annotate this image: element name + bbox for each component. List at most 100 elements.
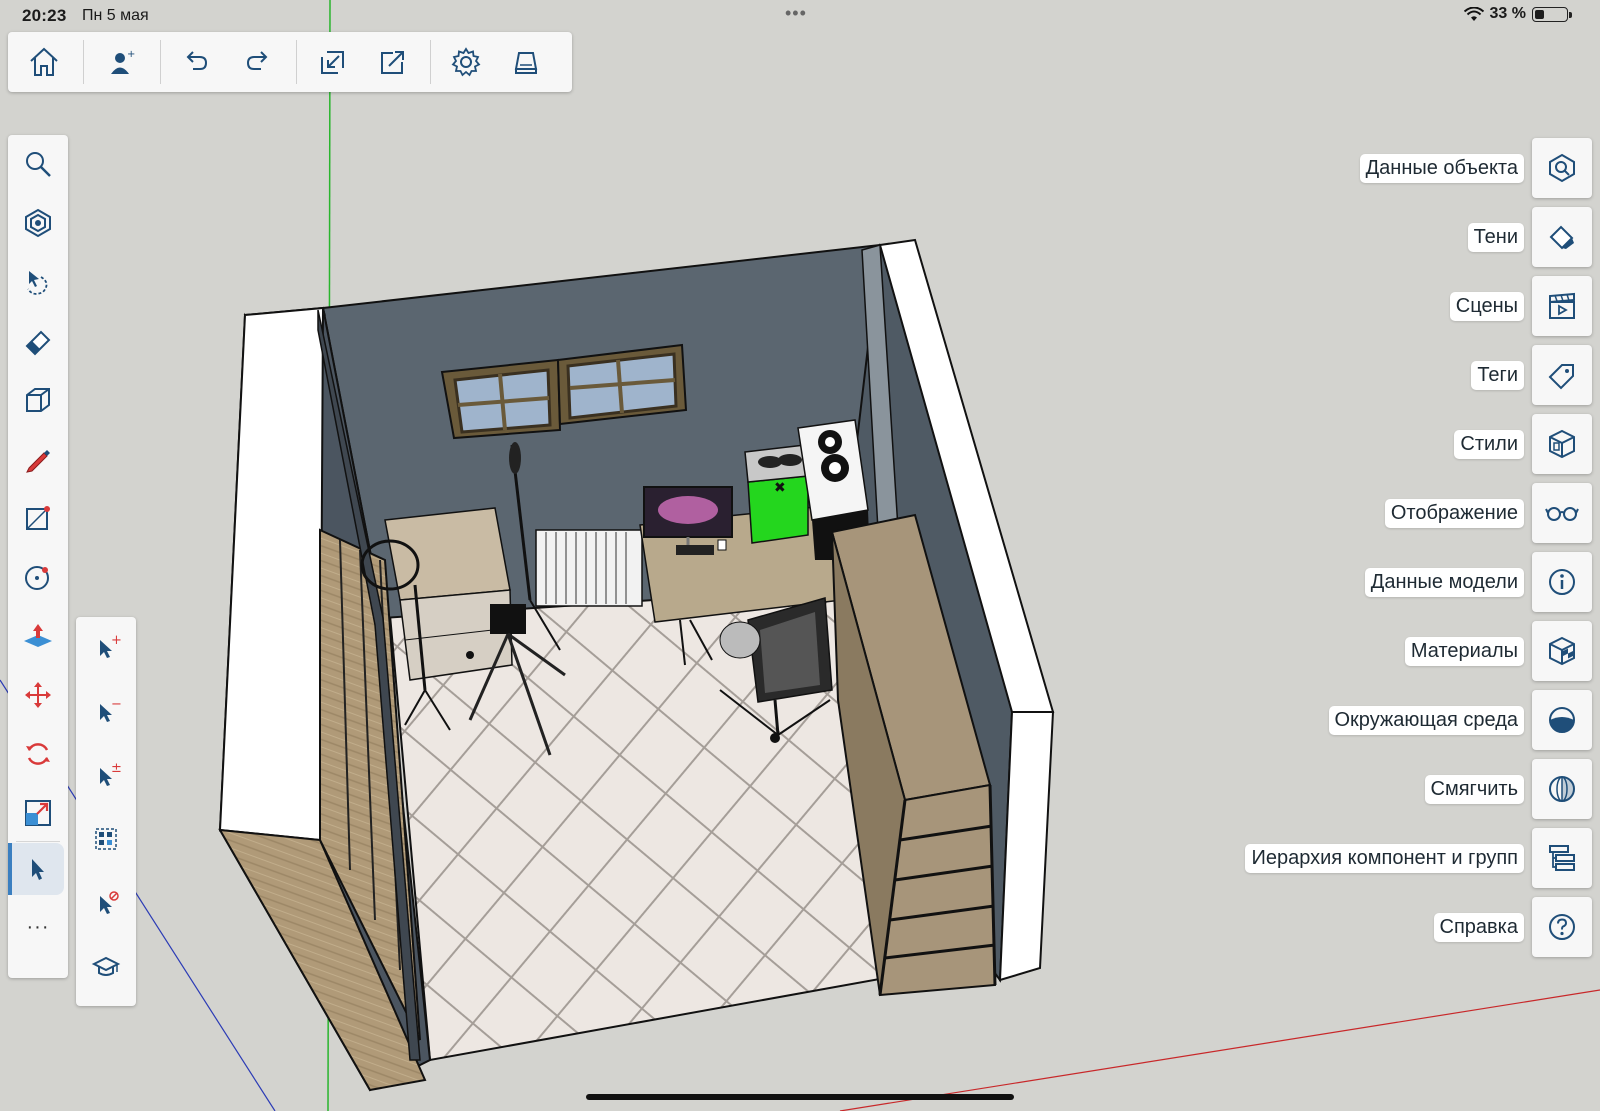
rotate-tool[interactable] [8,728,68,780]
move-tool[interactable] [8,669,68,721]
status-bar: 20:23 Пн 5 мая ••• 33 % [0,0,1600,30]
scale-tool[interactable] [8,787,68,839]
more-icon: ··· [26,915,50,938]
info-icon [1549,569,1575,595]
eraser-icon [25,330,51,356]
tags-button[interactable] [1532,345,1592,405]
import-icon [321,51,344,74]
panel-soften[interactable]: Смягчить [1424,759,1592,819]
styles-cube-icon [1549,429,1575,459]
left-toolbar: ··· [8,135,68,978]
panel-outliner[interactable]: Иерархия компонент и групп [1245,828,1592,888]
select-toggle-icon: ± [100,761,121,786]
svg-text:+: + [127,49,135,60]
import-button[interactable] [304,32,360,92]
entity-info-icon [1549,153,1575,183]
soften-button[interactable] [1532,759,1592,819]
redo-icon [246,51,268,70]
lasso-tool[interactable] [8,256,68,308]
move-icon [25,682,51,708]
box-icon [26,388,50,412]
undo-icon [186,51,208,70]
select-none-button[interactable] [76,873,136,933]
box-tool[interactable] [8,374,68,426]
search-tool[interactable] [8,138,68,190]
panel-model-info[interactable]: Данные модели [1364,552,1592,612]
home-icon [30,47,58,76]
search-icon [26,152,51,177]
panel-label[interactable]: Материалы [1404,636,1524,666]
panel-shadows[interactable]: Тени [1467,207,1592,267]
select-toggle-button[interactable]: ± [76,745,136,805]
environment-button[interactable] [1532,690,1592,750]
panel-label[interactable]: Теги [1471,360,1524,390]
panel-environment[interactable]: Окружающая среда [1328,690,1592,750]
circle-icon [25,566,49,590]
panel-label[interactable]: Тени [1467,222,1524,252]
panel-list: Данные объекта Тени Сцены Теги Стили Ото… [1172,138,1592,978]
panel-help[interactable]: Справка [1433,897,1592,957]
circle-tool[interactable] [8,551,68,603]
home-button[interactable] [16,32,72,92]
scenes-button[interactable] [1532,276,1592,336]
more-tools-button[interactable]: ··· [8,901,68,953]
rectangle-tool[interactable] [8,492,68,544]
eraser-tool[interactable] [8,315,68,367]
panel-tags[interactable]: Теги [1471,345,1592,405]
panel-label[interactable]: Окружающая среда [1328,705,1524,735]
add-user-button[interactable]: + [94,32,150,92]
svg-text:±: ± [111,761,121,776]
push-pull-icon [24,624,52,647]
home-indicator[interactable] [586,1094,1014,1100]
radiator [535,529,643,607]
environment-icon [1549,707,1575,733]
export-icon [381,51,404,74]
push-pull-tool[interactable] [8,610,68,662]
rectangle-icon [26,506,50,530]
scenes-clapper-icon [1549,292,1575,319]
panel-label[interactable]: Сцены [1449,291,1524,321]
select-all-icon [95,828,117,850]
select-add-button[interactable]: + [76,617,136,677]
panel-scenes[interactable]: Сцены [1449,276,1592,336]
pencil-tool[interactable] [8,433,68,485]
user-add-icon: + [111,49,135,74]
status-time: 20:23 [22,6,67,25]
redo-button[interactable] [230,32,286,92]
print-button[interactable] [498,32,554,92]
model-info-button[interactable] [1532,552,1592,612]
panel-label[interactable]: Отображение [1384,498,1524,528]
gear-icon [451,47,481,77]
panel-label[interactable]: Иерархия компонент и групп [1245,843,1524,873]
panel-label[interactable]: Стили [1454,429,1524,459]
component-tool[interactable] [8,197,68,249]
tutorial-button[interactable] [76,937,136,997]
materials-button[interactable] [1532,621,1592,681]
panel-entity-info[interactable]: Данные объекта [1359,138,1592,198]
multitasking-dots[interactable]: ••• [785,3,807,24]
panel-label[interactable]: Данные объекта [1359,153,1524,183]
status-right-group: 33 % [1463,5,1572,23]
styles-button[interactable] [1532,414,1592,474]
select-all-button[interactable] [76,809,136,869]
panel-label[interactable]: Смягчить [1424,774,1524,804]
export-button[interactable] [364,32,420,92]
select-icon [32,859,44,880]
svg-text:+: + [111,633,121,648]
select-remove-icon: − [100,697,121,722]
panel-label[interactable]: Справка [1433,912,1524,942]
entity-info-button[interactable] [1532,138,1592,198]
undo-button[interactable] [168,32,224,92]
shadows-button[interactable] [1532,207,1592,267]
rotate-icon [26,743,50,765]
select-remove-button[interactable]: − [76,681,136,741]
panel-display[interactable]: Отображение [1384,483,1592,543]
display-button[interactable] [1532,483,1592,543]
settings-button[interactable] [438,32,494,92]
help-button[interactable] [1532,897,1592,957]
panel-label[interactable]: Данные модели [1364,567,1524,597]
panel-styles[interactable]: Стили [1454,414,1592,474]
select-tool[interactable] [8,843,64,895]
outliner-button[interactable] [1532,828,1592,888]
panel-materials[interactable]: Материалы [1404,621,1592,681]
